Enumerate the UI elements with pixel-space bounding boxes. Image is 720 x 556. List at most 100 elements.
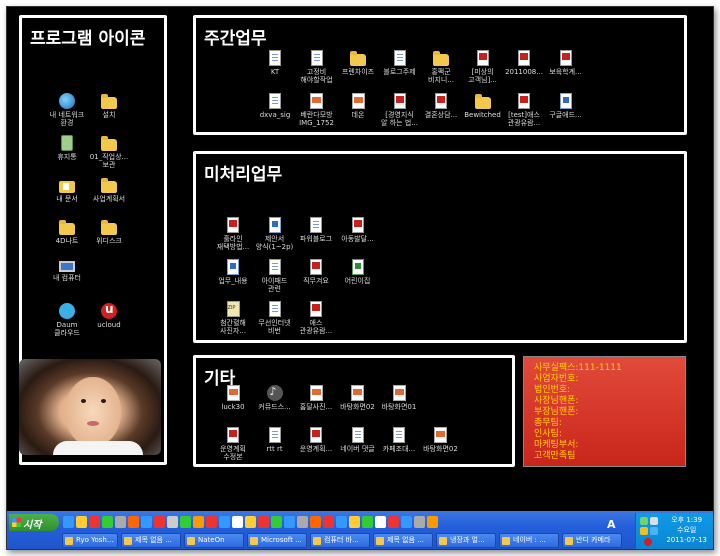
tray-app-icon[interactable] bbox=[650, 527, 658, 535]
quick-launch-icon[interactable] bbox=[102, 516, 113, 528]
quick-launch-icon[interactable] bbox=[141, 516, 152, 528]
desktop-shortcut[interactable]: 데온 bbox=[336, 93, 380, 119]
desktop-shortcut[interactable]: 내 컴퓨터 bbox=[45, 261, 89, 282]
desktop-shortcut[interactable]: 블로그주제 bbox=[378, 50, 422, 76]
desktop-shortcut[interactable]: Bewitched bbox=[461, 93, 505, 119]
quick-launch-icon[interactable] bbox=[362, 516, 373, 528]
taskbar-window-button[interactable]: 컴퓨터 바... bbox=[310, 533, 370, 548]
desktop-shortcut[interactable]: rtt rt bbox=[253, 427, 297, 453]
memo-line: 고객만족팀 bbox=[534, 451, 576, 461]
desktop-shortcut[interactable]: 커뮤드스... bbox=[253, 385, 297, 411]
quick-launch-icon[interactable] bbox=[63, 516, 74, 528]
desktop-shortcut[interactable]: 어린이집 bbox=[336, 259, 380, 285]
desktop-shortcut[interactable]: 2011008... bbox=[502, 50, 546, 76]
quick-launch-icon[interactable] bbox=[180, 516, 191, 528]
quick-launch-icon[interactable] bbox=[219, 516, 230, 528]
desktop-shortcut[interactable]: 바탕화면01 bbox=[377, 385, 421, 411]
desktop-shortcut[interactable]: 애스 관광유람... bbox=[294, 301, 338, 335]
desktop-shortcut[interactable]: 홈달사진... bbox=[294, 385, 338, 411]
taskbar-window-button[interactable]: 제목 없음 ... bbox=[121, 533, 181, 548]
desktop-shortcut[interactable]: luck30 bbox=[211, 385, 255, 411]
desktop-shortcut[interactable]: [경영지식 알 하는 법... bbox=[378, 93, 422, 127]
taskbar-window-button[interactable]: NateOn bbox=[184, 533, 244, 548]
taskbar-window-button[interactable]: 냉장과 얼... bbox=[436, 533, 496, 548]
desktop-shortcut[interactable]: 네이버 댓글 bbox=[336, 427, 380, 453]
desktop-shortcut[interactable]: 보육학계... bbox=[544, 50, 588, 76]
quick-launch-icon[interactable] bbox=[310, 516, 321, 528]
taskbar-window-button[interactable]: 제목 없음 ... bbox=[373, 533, 433, 548]
desktop-shortcut[interactable]: 훌라인 재택방법... bbox=[211, 217, 255, 251]
desktop-shortcut[interactable]: 프렌차이즈 bbox=[336, 50, 380, 76]
image-icon bbox=[351, 385, 364, 401]
quick-launch-icon[interactable] bbox=[349, 516, 360, 528]
quick-launch-icon[interactable] bbox=[167, 516, 178, 528]
taskbar-window-button[interactable]: 반디 카메라 bbox=[562, 533, 622, 548]
desktop-shortcut[interactable]: 내 네트워크 환경 bbox=[45, 93, 89, 127]
quick-launch-icon[interactable] bbox=[284, 516, 295, 528]
quick-launch-icon[interactable] bbox=[76, 516, 87, 528]
desktop-shortcut[interactable]: 홍팩군 비지니... bbox=[419, 50, 463, 84]
quick-launch-icon[interactable] bbox=[258, 516, 269, 528]
desktop-shortcut[interactable]: 직무겨요 bbox=[294, 259, 338, 285]
desktop-shortcut[interactable]: 카페조대... bbox=[377, 427, 421, 453]
desktop-shortcut[interactable]: 아동발달... bbox=[336, 217, 380, 243]
desktop-shortcut[interactable]: 운영계획 수정본 bbox=[211, 427, 255, 461]
desktop-shortcut[interactable]: KT bbox=[253, 50, 297, 76]
tray-volume-icon[interactable] bbox=[650, 517, 658, 525]
quick-launch-icon[interactable] bbox=[401, 516, 412, 528]
pdf-icon bbox=[227, 427, 239, 443]
desktop-shortcut[interactable]: 운영계획... bbox=[294, 427, 338, 453]
sticky-memo[interactable]: 사무실팩스:111-1111 사업자번호: 법인번호: 사장님핸폰: 부장님핸폰: 총무팀… bbox=[523, 356, 686, 467]
daum-cloud-icon bbox=[59, 303, 75, 319]
tray-security-icon[interactable] bbox=[640, 527, 648, 535]
taskbar-clock[interactable]: 오후 1:39 수요일 2011-07-13 bbox=[666, 515, 707, 545]
desktop-shortcut[interactable]: 무선인터넷 비번 bbox=[253, 301, 297, 335]
quick-launch-icon[interactable] bbox=[245, 516, 256, 528]
desktop-shortcut[interactable]: dxva_sig bbox=[253, 93, 297, 119]
quick-launch-icon[interactable] bbox=[115, 516, 126, 528]
quick-launch-icon[interactable] bbox=[427, 516, 438, 528]
quick-launch-icon[interactable] bbox=[388, 516, 399, 528]
desktop-shortcut[interactable]: 구글애드... bbox=[544, 93, 588, 119]
tray-ucloud-icon[interactable] bbox=[644, 538, 652, 546]
desktop-shortcut[interactable]: 바탕화면02 bbox=[419, 427, 463, 453]
quick-launch-icon[interactable] bbox=[297, 516, 308, 528]
desktop-shortcut[interactable]: 4D나트 bbox=[45, 219, 89, 245]
taskbar-window-button[interactable]: 네이버 : ... bbox=[499, 533, 559, 548]
desktop-shortcut[interactable]: 결혼상담... bbox=[419, 93, 463, 119]
desktop-shortcut[interactable]: 업무_내용 bbox=[211, 259, 255, 285]
desktop-shortcut[interactable]: 제안서 양식(1~2p) bbox=[253, 217, 297, 251]
desktop-shortcut[interactable]: 베란다모방 IMG_1752 bbox=[295, 93, 339, 127]
desktop-shortcut[interactable]: 내 문서 bbox=[45, 177, 89, 203]
desktop-shortcut[interactable]: [미상의 고객님]... bbox=[461, 50, 505, 84]
desktop-shortcut[interactable]: ucloud bbox=[87, 302, 131, 329]
desktop-shortcut[interactable]: 01_작업상... 보관 bbox=[87, 135, 131, 169]
quick-launch-icon[interactable] bbox=[128, 516, 139, 528]
quick-launch-icon[interactable] bbox=[232, 516, 243, 528]
quick-launch-icon[interactable] bbox=[206, 516, 217, 528]
taskbar-window-button[interactable]: Microsoft ... bbox=[247, 533, 307, 548]
desktop-shortcut[interactable]: 첨간혈해 사진자... bbox=[211, 301, 255, 335]
desktop-shortcut[interactable]: 설치 bbox=[87, 93, 131, 119]
desktop-shortcut[interactable]: 사업계획서 bbox=[87, 177, 131, 203]
desktop-shortcut[interactable]: 아이패드 관련 bbox=[253, 259, 297, 293]
desktop-shortcut[interactable]: Daum 클라우드 bbox=[45, 303, 89, 337]
desktop-shortcut[interactable]: 고정비 해야할작업 bbox=[295, 50, 339, 84]
desktop-shortcut[interactable]: 위디스크 bbox=[87, 219, 131, 245]
quick-launch-icon[interactable] bbox=[336, 516, 347, 528]
desktop-shortcut[interactable]: 휴지통 bbox=[45, 135, 89, 161]
desktop-shortcut[interactable]: [test]애스 관광유람... bbox=[502, 93, 546, 127]
quick-launch-icon[interactable] bbox=[193, 516, 204, 528]
quick-launch-icon[interactable] bbox=[414, 516, 425, 528]
quick-launch-icon[interactable] bbox=[375, 516, 386, 528]
quick-launch-icon[interactable] bbox=[89, 516, 100, 528]
tray-network-icon[interactable] bbox=[640, 517, 648, 525]
desktop-shortcut[interactable]: 바탕화면02 bbox=[336, 385, 380, 411]
language-indicator[interactable]: A bbox=[607, 518, 616, 531]
quick-launch-icon[interactable] bbox=[154, 516, 165, 528]
taskbar-window-button[interactable]: Ryo Yosh... bbox=[62, 533, 118, 548]
quick-launch-icon[interactable] bbox=[323, 516, 334, 528]
quick-launch-icon[interactable] bbox=[271, 516, 282, 528]
start-button[interactable]: 시작 bbox=[9, 514, 59, 531]
desktop-shortcut[interactable]: 파워블로그 bbox=[294, 217, 338, 243]
